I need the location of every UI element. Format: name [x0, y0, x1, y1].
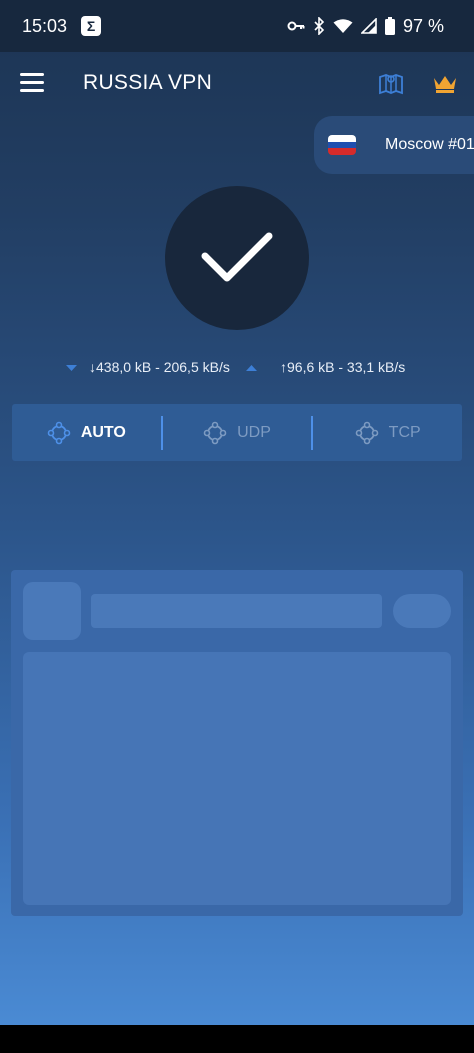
protocol-auto-button[interactable]: AUTO [12, 404, 161, 461]
flag-stripe-blue [328, 141, 356, 149]
status-right: 97 % [287, 16, 444, 37]
connect-button[interactable] [165, 186, 309, 330]
upload-arrow-icon [246, 365, 257, 371]
protocol-label: AUTO [80, 423, 126, 441]
protocol-tcp-button[interactable]: TCP [313, 404, 462, 461]
server-selector[interactable]: Moscow #01 [314, 116, 474, 174]
status-bar: 15:03 Σ 97 % [0, 0, 474, 52]
flag-stripe-red [328, 148, 356, 155]
flag-stripe-white [328, 135, 356, 142]
traffic-stats: ↓438,0 kB - 206,5 kB/s ↑96,6 kB - 33,1 k… [0, 358, 474, 378]
download-arrow-icon [66, 365, 77, 371]
map-icon[interactable] [378, 70, 404, 96]
upload-stats: ↑96,6 kB - 33,1 kB/s [280, 359, 406, 375]
status-left: 15:03 Σ [22, 15, 102, 37]
system-nav-bar [0, 1025, 474, 1053]
protocol-selector: AUTO UDP TCP [12, 404, 462, 461]
signal-icon [360, 18, 377, 34]
network-node-icon [47, 421, 71, 444]
key-icon [287, 21, 305, 31]
network-node-icon [203, 421, 227, 444]
skeleton-avatar [23, 582, 81, 640]
checkmark-icon [201, 232, 273, 282]
crown-icon[interactable] [432, 72, 458, 94]
network-node-icon [355, 421, 378, 444]
protocol-label: TCP [388, 423, 421, 441]
russia-flag-icon [328, 135, 356, 155]
skeleton-title [91, 594, 382, 628]
menu-icon[interactable] [20, 73, 44, 93]
ad-placeholder[interactable] [11, 570, 463, 916]
wifi-icon [333, 19, 353, 33]
download-stats: ↓438,0 kB - 206,5 kB/s [89, 359, 230, 375]
skeleton-button [393, 594, 451, 628]
notification-icon: Σ [81, 16, 102, 36]
app-title: RUSSIA VPN [83, 71, 213, 94]
status-time: 15:03 [22, 15, 68, 36]
protocol-label: UDP [237, 423, 271, 441]
skeleton-media [23, 652, 451, 905]
server-name: Moscow #01 [385, 136, 474, 153]
battery-level: 97 % [402, 15, 444, 36]
bluetooth-icon [314, 17, 325, 35]
app-bar: RUSSIA VPN [0, 52, 474, 116]
protocol-udp-button[interactable]: UDP [163, 404, 312, 461]
battery-icon [384, 17, 395, 35]
